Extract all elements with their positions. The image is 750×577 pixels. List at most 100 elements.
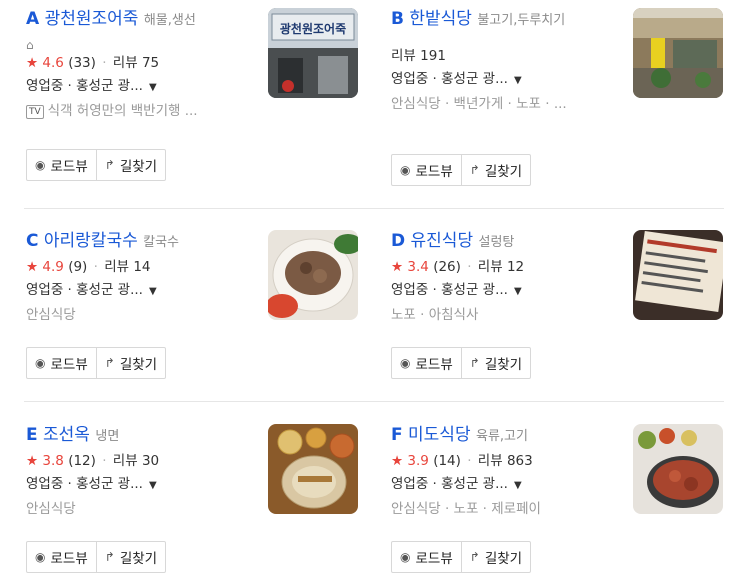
- roadview-button[interactable]: ◉ 로드뷰: [27, 542, 96, 572]
- action-buttons: ◉ 로드뷰 ↱ 길찾기: [26, 541, 167, 573]
- review-count: 191: [420, 48, 446, 64]
- review-count: 14: [133, 259, 151, 275]
- place-thumbnail[interactable]: [633, 230, 723, 320]
- location-pin-icon: ◉: [400, 550, 411, 564]
- roadview-button[interactable]: ◉ 로드뷰: [392, 155, 461, 185]
- location-pin-icon: ◉: [400, 356, 411, 370]
- rating-count: (9): [68, 259, 88, 275]
- place-marker: D: [391, 231, 406, 251]
- status-address: 영업중 · 홍성군 광...: [391, 282, 508, 298]
- review-label: 리뷰: [477, 453, 503, 469]
- chevron-down-icon[interactable]: ▼: [514, 480, 522, 491]
- review-label: 리뷰: [112, 55, 138, 71]
- tag-row: 노포 · 아침식사: [391, 305, 616, 325]
- status-address: 영업중 · 홍성군 광...: [26, 78, 143, 94]
- rating-count: (33): [68, 55, 96, 71]
- rating-value: 4.6: [42, 55, 64, 71]
- place-category: 냉면: [95, 429, 120, 444]
- roadview-button[interactable]: ◉ 로드뷰: [392, 348, 461, 378]
- place-name[interactable]: 미도식당: [408, 425, 471, 445]
- chevron-down-icon[interactable]: ▼: [149, 286, 157, 297]
- turn-arrow-icon: ↱: [469, 163, 480, 177]
- roadview-button[interactable]: ◉ 로드뷰: [392, 542, 461, 572]
- rating-row: ★ 3.4 (26) · 리뷰 12: [391, 259, 525, 275]
- place-thumbnail[interactable]: [268, 230, 358, 320]
- rating-value: 3.4: [407, 259, 429, 275]
- star-icon: ★: [391, 453, 404, 469]
- status-address: 영업중 · 홍성군 광...: [391, 476, 508, 492]
- place-thumbnail[interactable]: [268, 424, 358, 514]
- turn-arrow-icon: ↱: [469, 356, 480, 370]
- status-row[interactable]: 영업중 · 홍성군 광... ▼: [26, 76, 251, 98]
- rating-count: (12): [68, 453, 96, 469]
- place-name[interactable]: 아리랑칼국수: [44, 231, 138, 251]
- review-label: 리뷰: [477, 259, 503, 275]
- tag-row: 안심식당 · 노포 · 제로페이: [391, 499, 616, 519]
- status-row[interactable]: 영업중 · 홍성군 광... ▼: [391, 474, 616, 496]
- roadview-button[interactable]: ◉ 로드뷰: [27, 150, 96, 180]
- tag-row: 안심식당: [26, 305, 251, 325]
- place-thumbnail[interactable]: 광천원조어죽: [268, 8, 358, 98]
- place-category: 불고기,두루치기: [477, 13, 566, 28]
- status-address: 영업중 · 홍성군 광...: [26, 476, 143, 492]
- roadview-button[interactable]: ◉ 로드뷰: [27, 348, 96, 378]
- place-name[interactable]: 유진식당: [411, 231, 474, 251]
- rating-row: ★ 4.9 (9) · 리뷰 14: [26, 259, 151, 275]
- review-count: 75: [141, 55, 160, 71]
- chevron-down-icon[interactable]: ▼: [149, 480, 157, 491]
- rating-row: ★ 4.6 (33) · 리뷰 75: [26, 55, 160, 71]
- place-thumbnail[interactable]: [633, 424, 723, 514]
- status-address: 영업중 · 홍성군 광...: [26, 282, 143, 298]
- directions-button[interactable]: ↱ 길찾기: [460, 155, 530, 185]
- directions-button[interactable]: ↱ 길찾기: [95, 542, 165, 572]
- tag-text: 식객 허영만의 백반기행 ...: [47, 103, 198, 119]
- thumb-sign-text: 광천원조어죽: [280, 21, 346, 36]
- location-pin-icon: ◉: [35, 550, 46, 564]
- status-row[interactable]: 영업중 · 홍성군 광... ▼: [391, 280, 616, 302]
- turn-arrow-icon: ↱: [104, 550, 115, 564]
- status-row[interactable]: 영업중 · 홍성군 광... ▼: [26, 280, 251, 302]
- place-marker: C: [26, 231, 39, 251]
- place-name[interactable]: 한밭식당: [409, 9, 472, 29]
- place-marker: A: [26, 9, 40, 29]
- place-name[interactable]: 광천원조어죽: [45, 9, 139, 29]
- review-label: 리뷰: [104, 259, 130, 275]
- tag-text: 안심식당 · 노포 · 제로페이: [391, 501, 541, 517]
- tag-text: 안심식당 · 백년가게 · 노포 · ...: [391, 96, 567, 112]
- rating-count: (14): [433, 453, 461, 469]
- review-count: 863: [506, 453, 533, 469]
- place-category: 칼국수: [143, 235, 180, 250]
- star-icon: ★: [26, 453, 39, 469]
- status-row[interactable]: 영업중 · 홍성군 광... ▼: [391, 69, 606, 91]
- place-marker: E: [26, 425, 38, 445]
- location-pin-icon: ◉: [35, 356, 46, 370]
- action-buttons: ◉ 로드뷰 ↱ 길찾기: [391, 347, 532, 379]
- place-category: 육류,고기: [476, 429, 528, 444]
- rating-row: ★ 3.8 (12) · 리뷰 30: [26, 453, 160, 469]
- turn-arrow-icon: ↱: [469, 550, 480, 564]
- chevron-down-icon[interactable]: ▼: [514, 75, 522, 86]
- search-results-list: A 광천원조어죽 해물,생선 ⌂ ★ 4.6 (33) · 리뷰 75 영업중 …: [0, 0, 750, 577]
- tag-row: TV 식객 허영만의 백반기행 ...: [26, 101, 251, 121]
- directions-button[interactable]: ↱ 길찾기: [95, 348, 165, 378]
- home-icon: ⌂: [26, 38, 34, 52]
- tag-text: 안심식당: [26, 307, 76, 323]
- rating-value: 3.8: [42, 453, 64, 469]
- location-pin-icon: ◉: [35, 158, 46, 172]
- chevron-down-icon[interactable]: ▼: [149, 82, 157, 93]
- place-marker: F: [391, 425, 403, 445]
- directions-button[interactable]: ↱ 길찾기: [460, 348, 530, 378]
- place-category: 설렁탕: [478, 235, 515, 250]
- place-marker: B: [391, 9, 404, 29]
- status-row[interactable]: 영업중 · 홍성군 광... ▼: [26, 474, 251, 496]
- place-category: 해물,생선: [143, 13, 196, 28]
- directions-button[interactable]: ↱ 길찾기: [95, 150, 165, 180]
- place-name[interactable]: 조선옥: [43, 425, 90, 445]
- location-pin-icon: ◉: [400, 163, 411, 177]
- directions-button[interactable]: ↱ 길찾기: [460, 542, 530, 572]
- star-icon: ★: [26, 259, 39, 275]
- tag-row: 안심식당 · 백년가게 · 노포 · ...: [391, 94, 606, 114]
- place-thumbnail[interactable]: [633, 8, 723, 98]
- status-address: 영업중 · 홍성군 광...: [391, 71, 508, 87]
- chevron-down-icon[interactable]: ▼: [514, 286, 522, 297]
